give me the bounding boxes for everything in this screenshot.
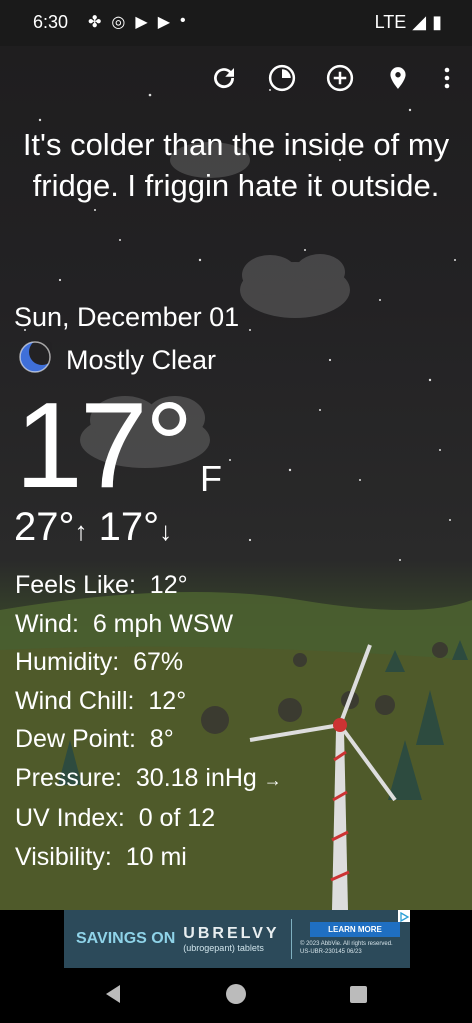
pressure-trend-icon: → [263,769,282,790]
date-label: Sun, December 01 [14,302,240,332]
temperature-unit: F [200,458,222,499]
battery-icon: ▮ [432,12,442,32]
detail-humidity: Humidity: 67% [15,648,184,676]
youtube-icon: ▶ [157,14,170,31]
detail-wind: Wind: 6 mph WSW [15,609,234,638]
add-location-icon[interactable] [324,62,356,94]
instagram-icon: ◎ [111,14,126,31]
condition-row: Mostly Clear [18,339,217,381]
status-time: 6:30 [33,12,69,32]
arrow-down-icon: ↓ [159,516,173,546]
detail-wind-chill: Wind Chill: 12° [15,686,187,715]
ad-legal-copyright: © 2023 AbbVie. All rights reserved. [300,941,393,947]
more-vert-icon[interactable] [440,62,454,94]
network-type: LTE [374,12,407,32]
youtube-icon: ▶ [135,14,148,31]
notification-dot-icon: • [180,12,186,29]
ad-brand: UBRELVY (ubrogepant) tablets [183,925,280,953]
detail-pressure: Pressure: 30.18 inHg → [15,763,282,792]
recent-apps-icon[interactable] [350,986,367,1003]
high-temp: 27° [14,505,75,549]
low-temp: 17° [98,505,160,549]
ad-divider [291,919,292,959]
weather-quote: It's colder than the inside of my fridge… [22,127,450,203]
weather-screen: 6:30 ✤ ◎ ▶ ▶ • LTE ◢ ▮ It's colder than … [0,0,472,1023]
arrow-up-icon: ↑ [74,516,88,546]
detail-feels-like: Feels Like: 12° [15,571,188,599]
current-temperature: 17° [15,377,193,513]
detail-visibility: Visibility: 10 mi [15,842,187,871]
weather-details: Feels Like: 12° Wind: 6 mph WSW Humidity… [15,566,282,876]
ad-banner[interactable]: SAVINGS ON UBRELVY (ubrogepant) tablets … [64,910,410,968]
crescent-moon-icon [18,339,55,381]
detail-dew-point: Dew Point: 8° [15,725,174,753]
radar-icon[interactable] [266,62,298,94]
signal-icon: ◢ [412,12,427,32]
ad-learn-more-button[interactable]: LEARN MORE [310,922,400,937]
location-pin-icon[interactable] [382,62,414,94]
detail-uv-index: UV Index: 0 of 12 [15,804,216,832]
ad-legal-code: US-UBR-230145 06/23 [300,949,362,955]
high-low-temps: 27°↑ 17°↓ [14,505,172,550]
toolbar [208,62,454,94]
status-bar: 6:30 ✤ ◎ ▶ ▶ • LTE ◢ ▮ [0,0,472,46]
fan-icon: ✤ [88,14,102,31]
back-icon[interactable] [104,984,122,1009]
ad-choices-icon[interactable] [398,910,410,923]
condition-text: Mostly Clear [66,345,217,375]
home-icon[interactable] [226,984,246,1004]
ad-savings-text: SAVINGS ON [76,930,176,947]
refresh-icon[interactable] [208,62,240,94]
